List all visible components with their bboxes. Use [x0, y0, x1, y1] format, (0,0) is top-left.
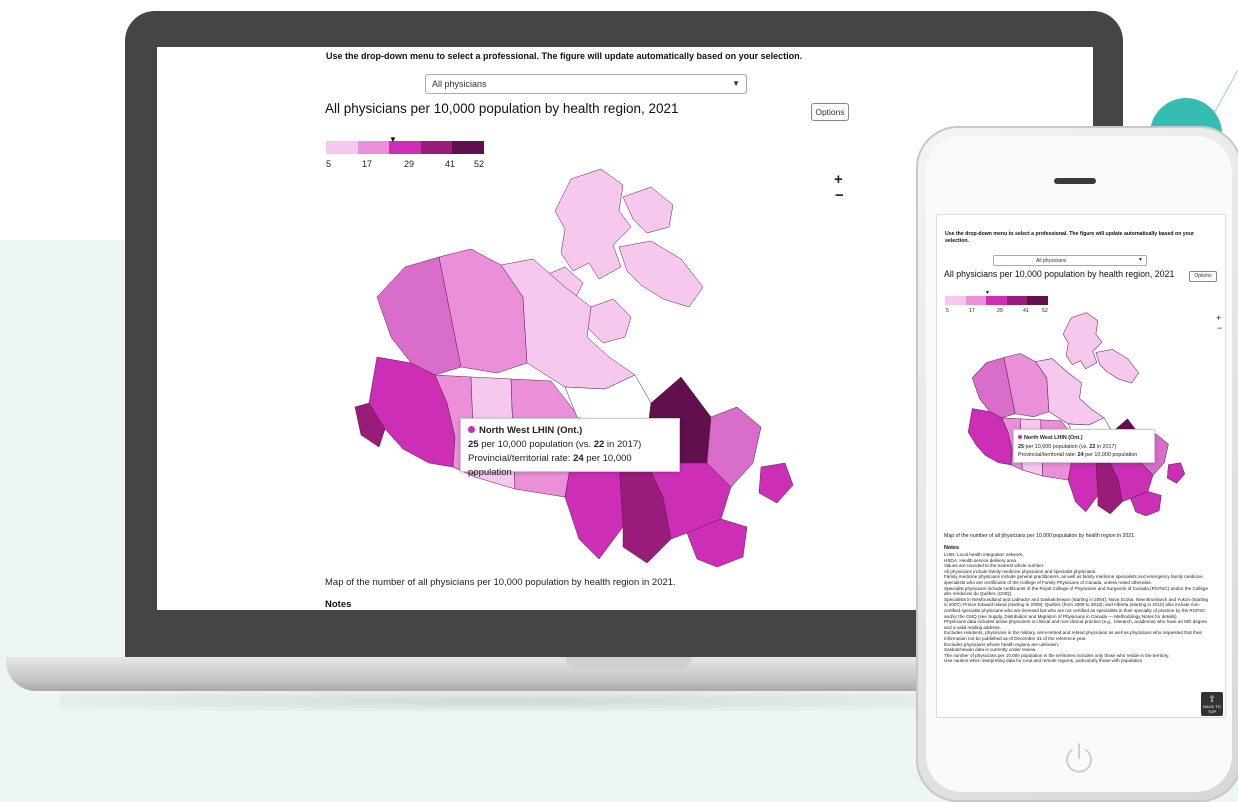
note-item: Physicians data includes active physicia…	[944, 619, 1207, 630]
note-item: Use caution when interpreting data for r…	[944, 658, 1143, 664]
legend-bin	[1006, 296, 1028, 305]
zoom-in-button[interactable]: +	[1216, 313, 1221, 323]
caret-down-icon: ▼	[732, 79, 740, 88]
dropdown-value: All physicians	[432, 79, 487, 89]
dropdown-value: All physicians	[1036, 258, 1067, 264]
map-region-newfoundland[interactable]	[758, 462, 794, 504]
legend-marker-icon: ▼	[985, 290, 990, 296]
legend-bin	[1027, 296, 1048, 305]
professional-dropdown[interactable]: All physicians ▼	[993, 255, 1147, 266]
laptop-notch	[566, 657, 692, 669]
legend-bin	[420, 141, 453, 154]
map-region-arctic-islands[interactable]	[618, 240, 704, 308]
tooltip-color-dot	[468, 426, 475, 433]
note-item: Specialists in Newfoundland and Labrador…	[944, 596, 1208, 619]
arrow-up-icon: ⇧	[1208, 694, 1216, 704]
legend-bin	[965, 296, 987, 305]
map-caption: Map of the number of all physicians per …	[325, 577, 676, 588]
legend-tick: 5	[946, 308, 949, 314]
map-region-newfoundland[interactable]	[1167, 462, 1185, 484]
region-tooltip: North West LHIN (Ont.) 25 per 10,000 pop…	[1013, 429, 1155, 463]
laptop-shadow	[60, 691, 960, 711]
tooltip-region: North West LHIN (Ont.)	[468, 424, 672, 438]
back-to-top-button[interactable]: ⇧ BACK TO TOP	[1201, 692, 1223, 716]
legend-marker-icon: ▼	[389, 135, 397, 144]
tooltip-value-line: 25 per 10,000 population (vs. 22 in 2017…	[468, 439, 642, 450]
canada-choropleth-map[interactable]	[351, 167, 821, 572]
map-region-bc[interactable]	[967, 408, 1013, 466]
map-caption: Map of the number of all physicians per …	[944, 533, 1136, 539]
legend-bin	[452, 141, 484, 154]
note-item: Family medicine physicians include gener…	[944, 574, 1203, 585]
legend-tick: 5	[326, 159, 332, 169]
phone-screen: Use the drop-down menu to select a profe…	[936, 214, 1226, 718]
zoom-out-button[interactable]: −	[835, 187, 844, 204]
notes-list: LHIN: Local health integration network. …	[944, 552, 1210, 664]
tooltip-region: North West LHIN (Ont.)	[1018, 434, 1150, 443]
region-tooltip: North West LHIN (Ont.) 25 per 10,000 pop…	[460, 418, 680, 478]
caret-down-icon: ▼	[1138, 257, 1143, 263]
notes-heading: Notes	[325, 599, 352, 610]
map-region-arctic-islands[interactable]	[586, 298, 632, 344]
tooltip-value-line: 25 per 10,000 population (vs. 22 in 2017…	[1018, 443, 1117, 450]
map-region-arctic-islands[interactable]	[1062, 312, 1103, 370]
map-region-bc[interactable]	[368, 356, 456, 468]
legend-bin	[986, 296, 1007, 305]
power-icon	[1066, 743, 1092, 773]
instruction-text: Use the drop-down menu to select a profe…	[326, 51, 803, 61]
laptop-base	[6, 657, 1006, 691]
options-button[interactable]: Options	[1189, 271, 1217, 282]
phone-speaker	[1054, 178, 1096, 184]
color-legend	[326, 141, 484, 154]
legend-bin	[357, 141, 390, 154]
map-region-arctic-islands[interactable]	[554, 168, 632, 280]
chart-title: All physicians per 10,000 population by …	[325, 101, 679, 116]
legend-bin	[326, 141, 358, 154]
tooltip-provincial-line: Provincial/territorial rate: 24 per 10,0…	[1018, 452, 1138, 458]
chart-title: All physicians per 10,000 population by …	[944, 269, 1175, 279]
tooltip-provincial-line: Provincial/territorial rate: 24 per 10,0…	[468, 453, 632, 478]
map-region-arctic-islands[interactable]	[1095, 349, 1140, 384]
legend-bin	[945, 296, 966, 305]
color-legend	[945, 296, 1048, 305]
tooltip-color-dot	[1018, 435, 1022, 439]
options-button[interactable]: Options	[811, 103, 849, 121]
note-item: Specialist physicians include certifican…	[944, 585, 1209, 597]
notes-heading: Notes	[944, 545, 959, 551]
canada-choropleth-map[interactable]	[959, 310, 1199, 520]
zoom-in-button[interactable]: +	[834, 171, 843, 188]
note-item: Excludes residents, physicians in the mi…	[944, 630, 1203, 641]
professional-dropdown[interactable]: All physicians ▼	[425, 74, 747, 94]
instruction-text: Use the drop-down menu to select a profe…	[945, 231, 1195, 244]
zoom-out-button[interactable]: −	[1217, 323, 1222, 333]
